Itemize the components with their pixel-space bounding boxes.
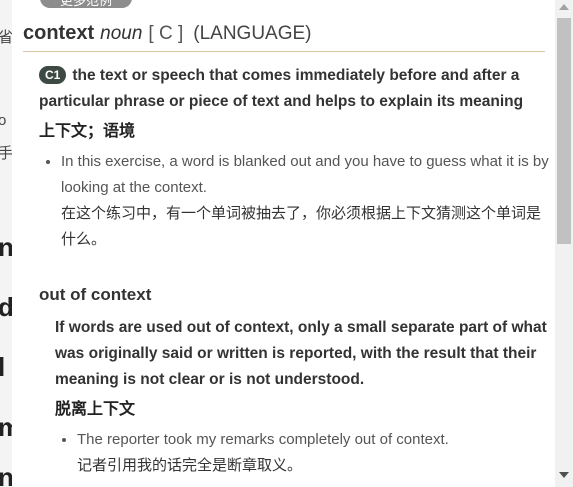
example-chinese: 在这个练习中，有一个单词被抽去了，你必须根据上下文猜测这个单词是什么。 <box>61 205 542 248</box>
idiom-translation: 脱离上下文 <box>55 401 136 418</box>
vertical-scrollbar[interactable] <box>555 0 573 487</box>
scrollbar-thumb[interactable] <box>557 18 571 244</box>
background-text: d <box>0 292 12 322</box>
more-examples-button[interactable]: 更多范例 <box>40 0 132 8</box>
cefr-level-badge: C1 <box>39 66 67 84</box>
background-text: l <box>0 352 6 382</box>
idiom-example-list: The reporter took my remarks completely … <box>55 427 549 479</box>
example-item: The reporter took my remarks completely … <box>77 427 549 479</box>
example-item: In this exercise, a word is blanked out … <box>61 149 549 253</box>
sense-block: C1 the text or speech that comes immediat… <box>39 63 549 253</box>
background-page: 省 o 手 n d l m n <box>0 0 12 487</box>
background-text: o <box>0 112 7 129</box>
example-english: The reporter took my remarks completely … <box>77 431 449 448</box>
background-text: 省 <box>0 29 12 46</box>
example-chinese: 记者引用我的话完全是断章取义。 <box>77 457 303 474</box>
example-english: In this exercise, a word is blanked out … <box>61 153 549 196</box>
sense-definition-row: C1 the text or speech that comes immediat… <box>39 63 549 115</box>
headword: context <box>23 22 95 44</box>
example-list: In this exercise, a word is blanked out … <box>39 149 549 253</box>
idiom-definition: If words are used out of context, only a… <box>55 319 547 388</box>
background-text: n <box>0 232 12 262</box>
background-text: m <box>0 412 12 442</box>
background-text: 手 <box>0 145 12 162</box>
scroll-up-arrow-icon[interactable] <box>559 4 569 10</box>
sense-translation: 上下文；语境 <box>39 123 136 140</box>
idiom-block: out of context If words are used out of … <box>39 285 549 479</box>
domain-label: (LANGUAGE) <box>193 23 312 44</box>
background-text: n <box>0 462 12 487</box>
idiom-phrase: out of context <box>39 285 152 304</box>
part-of-speech: noun <box>100 23 143 44</box>
entry-header: context noun[ C ] (LANGUAGE) <box>23 22 545 52</box>
scroll-down-arrow-icon[interactable] <box>559 472 569 478</box>
grammar-code: [ C ] <box>148 23 184 44</box>
sense-definition: the text or speech that comes immediatel… <box>39 67 524 110</box>
idiom-body: If words are used out of context, only a… <box>55 315 549 479</box>
dictionary-popup: 更多范例 context noun[ C ] (LANGUAGE) C1 the te… <box>12 0 555 487</box>
